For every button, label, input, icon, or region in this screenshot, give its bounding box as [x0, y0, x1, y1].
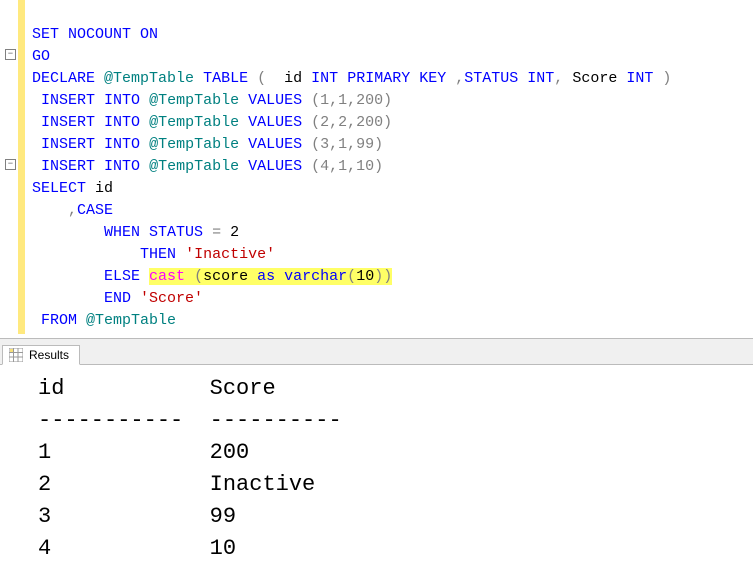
col-id: id: [284, 70, 302, 87]
col-score: Score: [572, 70, 617, 87]
col-status: STATUS: [149, 224, 203, 241]
cell: 200: [210, 440, 250, 465]
fold-toggle-icon[interactable]: [5, 49, 16, 60]
paren-close: ): [383, 268, 392, 285]
kw-values: VALUES: [248, 92, 302, 109]
tab-results[interactable]: Results: [2, 345, 80, 365]
var-temptable: @TempTable: [149, 92, 239, 109]
tab-results-label: Results: [29, 348, 69, 362]
args: (3,1,99): [311, 136, 383, 153]
kw-set: SET NOCOUNT ON: [32, 26, 158, 43]
var-temptable: @TempTable: [149, 136, 239, 153]
var-temptable: @TempTable: [104, 70, 194, 87]
kw-case: CASE: [77, 202, 113, 219]
var-temptable: @TempTable: [149, 158, 239, 175]
comma: ,: [554, 70, 563, 87]
kw-as: as: [257, 268, 275, 285]
lit-2: 2: [230, 224, 239, 241]
paren-open2: (: [347, 268, 356, 285]
kw-insert: INSERT INTO: [41, 136, 140, 153]
code-block[interactable]: SET NOCOUNT ON GO DECLARE @TempTable TAB…: [28, 0, 671, 334]
editor-gutter: [0, 0, 28, 334]
col-header-id: id: [38, 376, 64, 401]
sep-score: ----------: [210, 408, 342, 433]
kw-select: SELECT: [32, 180, 86, 197]
kw-values: VALUES: [248, 114, 302, 131]
kw-values: VALUES: [248, 158, 302, 175]
kw-end: END: [104, 290, 131, 307]
results-pane[interactable]: id Score ----------- ---------- 1 200 2 …: [0, 365, 753, 575]
kw-pk: PRIMARY KEY: [347, 70, 446, 87]
comma: ,: [455, 70, 464, 87]
cell: 1: [38, 440, 51, 465]
kw-declare: DECLARE: [32, 70, 95, 87]
lit-inactive: 'Inactive': [185, 246, 275, 263]
kw-insert: INSERT INTO: [41, 92, 140, 109]
cell: 99: [210, 504, 236, 529]
alias-score: 'Score': [140, 290, 203, 307]
var-temptable: @TempTable: [149, 114, 239, 131]
col-header-score: Score: [210, 376, 276, 401]
kw-table: TABLE: [203, 70, 248, 87]
kw-then: THEN: [140, 246, 176, 263]
var-temptable: @TempTable: [86, 312, 176, 329]
kw-insert: INSERT INTO: [41, 114, 140, 131]
col-score: score: [203, 268, 248, 285]
change-marker: [18, 0, 25, 334]
op-eq: =: [212, 224, 221, 241]
kw-values: VALUES: [248, 136, 302, 153]
kw-go: GO: [32, 48, 50, 65]
sql-editor[interactable]: SET NOCOUNT ON GO DECLARE @TempTable TAB…: [0, 0, 753, 334]
args: (2,2,200): [311, 114, 392, 131]
fn-cast: cast: [149, 268, 185, 285]
kw-int: INT: [626, 70, 653, 87]
paren-close: ): [662, 70, 671, 87]
fold-toggle-icon[interactable]: [5, 159, 16, 170]
kw-int: INT: [311, 70, 338, 87]
kw-insert: INSERT INTO: [41, 158, 140, 175]
cell: 3: [38, 504, 51, 529]
comma: ,: [68, 202, 77, 219]
args: (1,1,200): [311, 92, 392, 109]
sep-id: -----------: [38, 408, 183, 433]
results-grid-icon: [9, 348, 23, 362]
len-10: 10: [356, 268, 374, 285]
paren-close2: ): [374, 268, 383, 285]
kw-when: WHEN: [104, 224, 140, 241]
type-varchar: varchar: [284, 268, 347, 285]
results-tab-strip: Results: [0, 339, 753, 365]
cell: Inactive: [210, 472, 316, 497]
kw-else: ELSE: [104, 268, 140, 285]
cell: 4: [38, 536, 51, 561]
cell: 10: [210, 536, 236, 561]
paren-open: (: [194, 268, 203, 285]
sel-col-id: id: [95, 180, 113, 197]
cell: 2: [38, 472, 51, 497]
kw-from: FROM: [41, 312, 77, 329]
args: (4,1,10): [311, 158, 383, 175]
kw-int: INT: [527, 70, 554, 87]
col-status: STATUS: [464, 70, 518, 87]
paren-open: (: [257, 70, 266, 87]
